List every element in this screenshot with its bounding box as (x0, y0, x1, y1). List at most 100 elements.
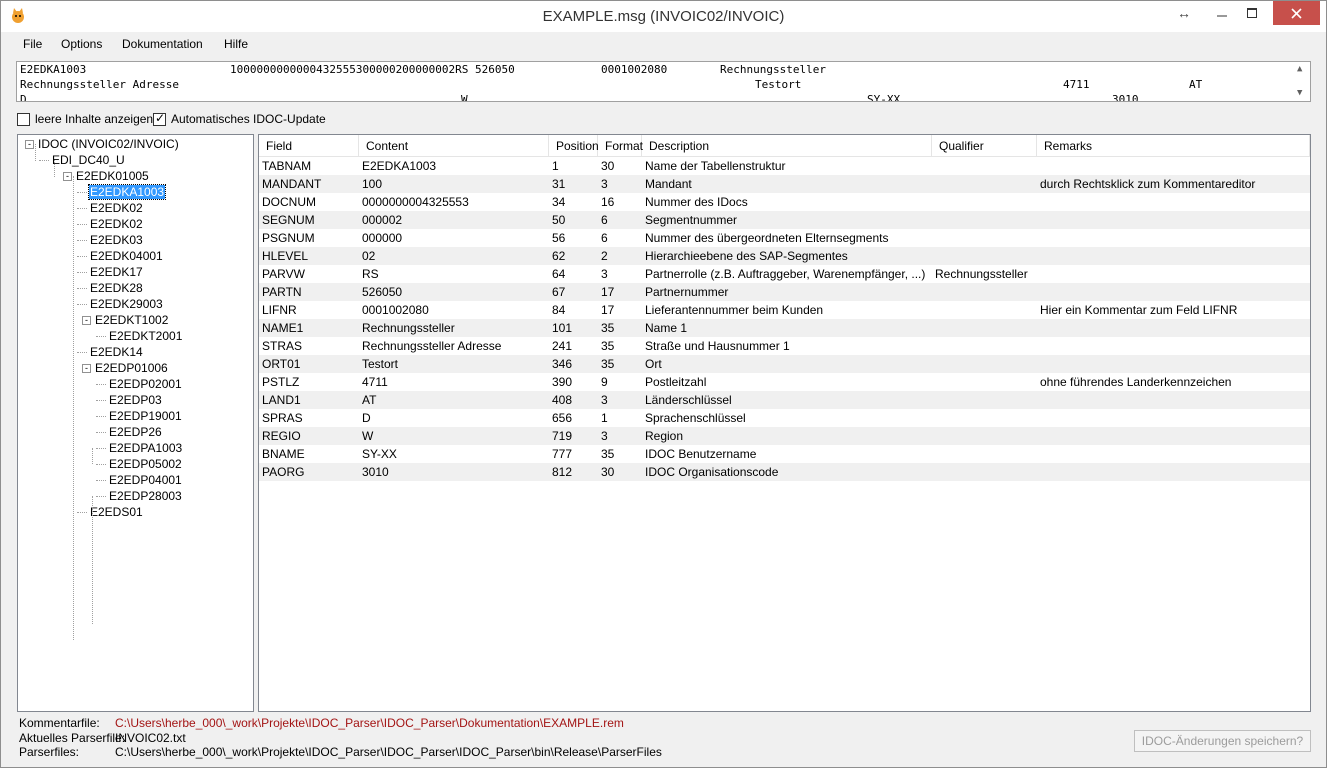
scroll-down-icon[interactable]: ▼ (1297, 88, 1302, 98)
title-bar[interactable]: EXAMPLE.msg (INVOIC02/INVOIC) ↔ (1, 1, 1326, 32)
tree-node-label[interactable]: E2EDP04001 (108, 473, 183, 487)
tree-node[interactable]: E2EDP19001 (108, 408, 183, 424)
tree-node[interactable]: - E2EDKT1002 (82, 312, 169, 328)
tree-node-label[interactable]: E2EDK28 (89, 281, 144, 295)
table-cell[interactable] (935, 427, 1036, 445)
collapse-icon[interactable]: - (25, 139, 34, 149)
tree-node[interactable]: E2EDK03 (89, 232, 144, 248)
tree-node-label[interactable]: E2EDP19001 (108, 409, 183, 423)
menu-file[interactable]: File (23, 37, 42, 51)
tree-node-label[interactable]: EDI_DC40_U (51, 153, 126, 167)
tree-node[interactable]: E2EDK14 (89, 344, 144, 360)
table-cell[interactable]: 30 (601, 463, 641, 481)
table-cell[interactable]: REGIO (262, 427, 358, 445)
table-row[interactable]: LIFNR 0001002080 84 17 Lieferantennummer bei… (259, 301, 1310, 319)
table-cell[interactable]: Rechnungssteller Adresse (362, 337, 548, 355)
tree-node-label[interactable]: E2EDP02001 (108, 377, 183, 391)
tree-node[interactable]: E2EDKT2001 (108, 328, 183, 344)
table-row[interactable]: HLEVEL 02 62 2 Hierarchieebene des SAP-Segme… (259, 247, 1310, 265)
table-cell[interactable] (935, 193, 1036, 211)
table-cell[interactable]: PAORG (262, 463, 358, 481)
table-cell[interactable]: LAND1 (262, 391, 358, 409)
table-cell[interactable]: 64 (552, 265, 597, 283)
table-cell[interactable]: W (362, 427, 548, 445)
tree-node-label[interactable]: E2EDP03 (108, 393, 163, 407)
column-header[interactable]: Content (359, 135, 549, 157)
table-cell[interactable]: 2 (601, 247, 641, 265)
table-cell[interactable]: E2EDKA1003 (362, 157, 548, 175)
table-cell[interactable] (1040, 229, 1309, 247)
table-cell[interactable]: PARTN (262, 283, 358, 301)
table-cell[interactable]: 84 (552, 301, 597, 319)
table-row[interactable]: SEGNUM 000002 50 6 Segmentnummer (259, 211, 1310, 229)
table-cell[interactable] (935, 337, 1036, 355)
table-row[interactable]: ORT01 Testort 346 35 Ort (259, 355, 1310, 373)
table-cell[interactable] (1040, 427, 1309, 445)
tree-node-label[interactable]: E2EDK03 (89, 233, 144, 247)
table-cell[interactable]: Rechnungssteller (935, 265, 1036, 283)
table-row[interactable]: REGIO W 719 3 Region (259, 427, 1310, 445)
table-cell[interactable] (1040, 319, 1309, 337)
table-cell[interactable]: 0000000004325553 (362, 193, 548, 211)
menu-dokumentation[interactable]: Dokumentation (122, 37, 203, 51)
table-cell[interactable]: 346 (552, 355, 597, 373)
column-header[interactable]: Field (259, 135, 359, 157)
raw-scrollbar[interactable]: ▲ ▼ (1293, 62, 1310, 101)
table-cell[interactable]: 101 (552, 319, 597, 337)
table-cell[interactable]: 62 (552, 247, 597, 265)
table-cell[interactable]: SY-XX (362, 445, 548, 463)
table-cell[interactable] (935, 463, 1036, 481)
table-cell[interactable]: 34 (552, 193, 597, 211)
table-cell[interactable]: Partnernummer (645, 283, 931, 301)
tree-node[interactable]: EDI_DC40_U (51, 152, 126, 168)
table-row[interactable]: PARVW RS 64 3 Partnerrolle (z.B. Auftraggebe… (259, 265, 1310, 283)
table-row[interactable]: PSGNUM 000000 56 6 Nummer des übergeordneten… (259, 229, 1310, 247)
tree-node-label[interactable]: E2EDK02 (89, 201, 144, 215)
table-cell[interactable]: 241 (552, 337, 597, 355)
tree-node-label[interactable]: E2EDK02 (89, 217, 144, 231)
tree-node[interactable]: E2EDP05002 (108, 456, 183, 472)
table-cell[interactable]: 31 (552, 175, 597, 193)
table-cell[interactable]: SPRAS (262, 409, 358, 427)
tree-node-label[interactable]: E2EDK04001 (89, 249, 164, 263)
table-cell[interactable]: 67 (552, 283, 597, 301)
tree-node-label[interactable]: E2EDK01005 (75, 169, 150, 183)
table-cell[interactable]: IDOC Organisationscode (645, 463, 931, 481)
table-cell[interactable]: ORT01 (262, 355, 358, 373)
table-cell[interactable]: BNAME (262, 445, 358, 463)
tree-node[interactable]: E2EDP28003 (108, 488, 183, 504)
table-cell[interactable]: 1 (552, 157, 597, 175)
tree-node[interactable]: - E2EDK01005 (63, 168, 150, 184)
table-cell[interactable] (935, 445, 1036, 463)
column-header[interactable]: Qualifier (932, 135, 1037, 157)
table-cell[interactable] (935, 319, 1036, 337)
tree-node[interactable]: E2EDK29003 (89, 296, 164, 312)
table-row[interactable]: DOCNUM 0000000004325553 34 16 Nummer des IDo… (259, 193, 1310, 211)
table-cell[interactable]: Testort (362, 355, 548, 373)
table-cell[interactable]: 000002 (362, 211, 548, 229)
table-cell[interactable] (935, 409, 1036, 427)
column-header[interactable]: Format (598, 135, 643, 157)
field-grid[interactable]: Field Content Position Format Description Qua… (258, 134, 1311, 712)
show-empty-checkbox[interactable] (17, 112, 30, 126)
table-cell[interactable] (1040, 337, 1309, 355)
table-cell[interactable]: Region (645, 427, 931, 445)
table-cell[interactable]: PSTLZ (262, 373, 358, 391)
table-cell[interactable] (935, 211, 1036, 229)
tree-node[interactable]: - IDOC (INVOIC02/INVOIC) (25, 136, 180, 152)
table-cell[interactable]: 6 (601, 211, 641, 229)
table-row[interactable]: BNAME SY-XX 777 35 IDOC Benutzername (259, 445, 1310, 463)
table-cell[interactable] (1040, 409, 1309, 427)
table-cell[interactable] (935, 283, 1036, 301)
table-cell[interactable]: Länderschlüssel (645, 391, 931, 409)
table-cell[interactable]: 35 (601, 445, 641, 463)
table-cell[interactable]: Hier ein Kommentar zum Feld LIFNR (1040, 301, 1309, 319)
table-cell[interactable]: Nummer des übergeordneten Elternsegments (645, 229, 931, 247)
table-cell[interactable]: Name der Tabellenstruktur (645, 157, 931, 175)
table-cell[interactable]: 50 (552, 211, 597, 229)
table-cell[interactable]: AT (362, 391, 548, 409)
table-cell[interactable]: 35 (601, 319, 641, 337)
tree-node[interactable]: E2EDP04001 (108, 472, 183, 488)
tree-node-label[interactable]: E2EDS01 (89, 505, 144, 519)
scroll-up-icon[interactable]: ▲ (1297, 64, 1302, 74)
